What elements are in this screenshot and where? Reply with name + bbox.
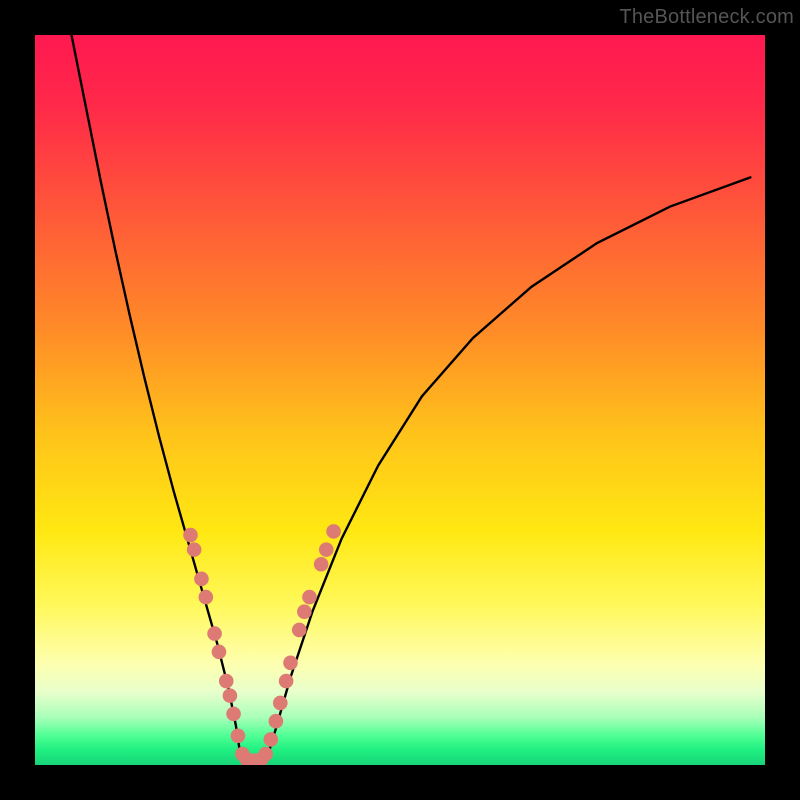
data-marker xyxy=(194,572,209,587)
data-marker xyxy=(199,590,214,605)
data-marker xyxy=(258,747,273,762)
data-marker xyxy=(263,732,278,747)
data-marker xyxy=(326,524,341,539)
data-marker xyxy=(223,688,238,703)
watermark-text: TheBottleneck.com xyxy=(619,6,794,29)
plot-area xyxy=(35,35,765,765)
data-marker xyxy=(292,623,307,638)
data-marker xyxy=(279,674,294,689)
data-marker xyxy=(297,604,312,619)
data-marker xyxy=(283,656,298,671)
data-marker xyxy=(302,590,317,605)
data-marker xyxy=(226,707,241,722)
data-marker xyxy=(319,542,334,557)
data-marker xyxy=(269,714,284,729)
data-marker xyxy=(273,696,288,711)
data-marker xyxy=(219,674,234,689)
data-marker xyxy=(212,645,227,660)
data-marker xyxy=(183,528,198,543)
right-curve-path xyxy=(267,177,750,757)
data-marker xyxy=(187,542,202,557)
data-marker xyxy=(207,626,222,641)
chart-svg xyxy=(35,35,765,765)
chart-root: TheBottleneck.com xyxy=(0,0,800,800)
scatter-markers xyxy=(183,524,341,765)
data-marker xyxy=(231,729,246,744)
data-marker xyxy=(314,557,329,572)
